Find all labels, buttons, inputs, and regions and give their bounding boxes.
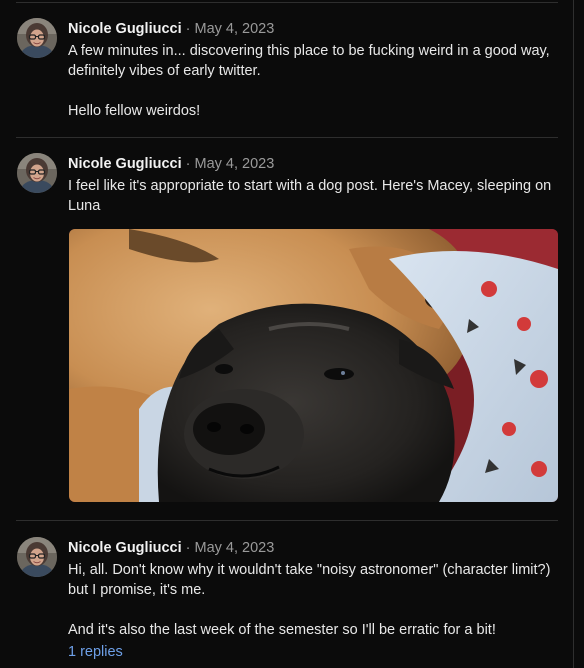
post-divider xyxy=(16,2,558,3)
replies-link[interactable]: 1 replies xyxy=(68,643,123,661)
post-paragraph: Hi, all. Don't know why it wouldn't take… xyxy=(68,562,551,598)
post-body: Hi, all. Don't know why it wouldn't take… xyxy=(68,560,563,640)
meta-separator: · xyxy=(185,540,191,556)
post-date[interactable]: May 4, 2023 xyxy=(195,156,275,172)
post-date[interactable]: May 4, 2023 xyxy=(195,21,275,37)
meta-separator: · xyxy=(185,21,191,37)
meta-separator: · xyxy=(185,156,191,172)
author-name[interactable]: Nicole Gugliucci xyxy=(68,21,182,37)
post-paragraph: A few minutes in... discovering this pla… xyxy=(68,43,550,79)
post-body: I feel like it's appropriate to start wi… xyxy=(68,176,563,216)
feed-panel: Nicole Gugliucci · May 4, 2023 A few min… xyxy=(0,0,574,668)
post-date[interactable]: May 4, 2023 xyxy=(195,540,275,556)
post-paragraph: And it's also the last week of the semes… xyxy=(68,622,496,638)
avatar[interactable] xyxy=(17,153,57,193)
post-image[interactable] xyxy=(69,229,558,502)
post-meta: Nicole Gugliucci · May 4, 2023 xyxy=(68,20,274,38)
post-body: A few minutes in... discovering this pla… xyxy=(68,41,563,121)
post-paragraph: Hello fellow weirdos! xyxy=(68,103,201,119)
post-meta: Nicole Gugliucci · May 4, 2023 xyxy=(68,155,274,173)
post-divider xyxy=(16,520,558,521)
post-meta: Nicole Gugliucci · May 4, 2023 xyxy=(68,539,274,557)
post-paragraph: I feel like it's appropriate to start wi… xyxy=(68,178,552,214)
avatar[interactable] xyxy=(17,537,57,577)
author-name[interactable]: Nicole Gugliucci xyxy=(68,156,182,172)
post-divider xyxy=(16,137,558,138)
avatar[interactable] xyxy=(17,18,57,58)
dog-photo xyxy=(69,229,558,502)
author-name[interactable]: Nicole Gugliucci xyxy=(68,540,182,556)
